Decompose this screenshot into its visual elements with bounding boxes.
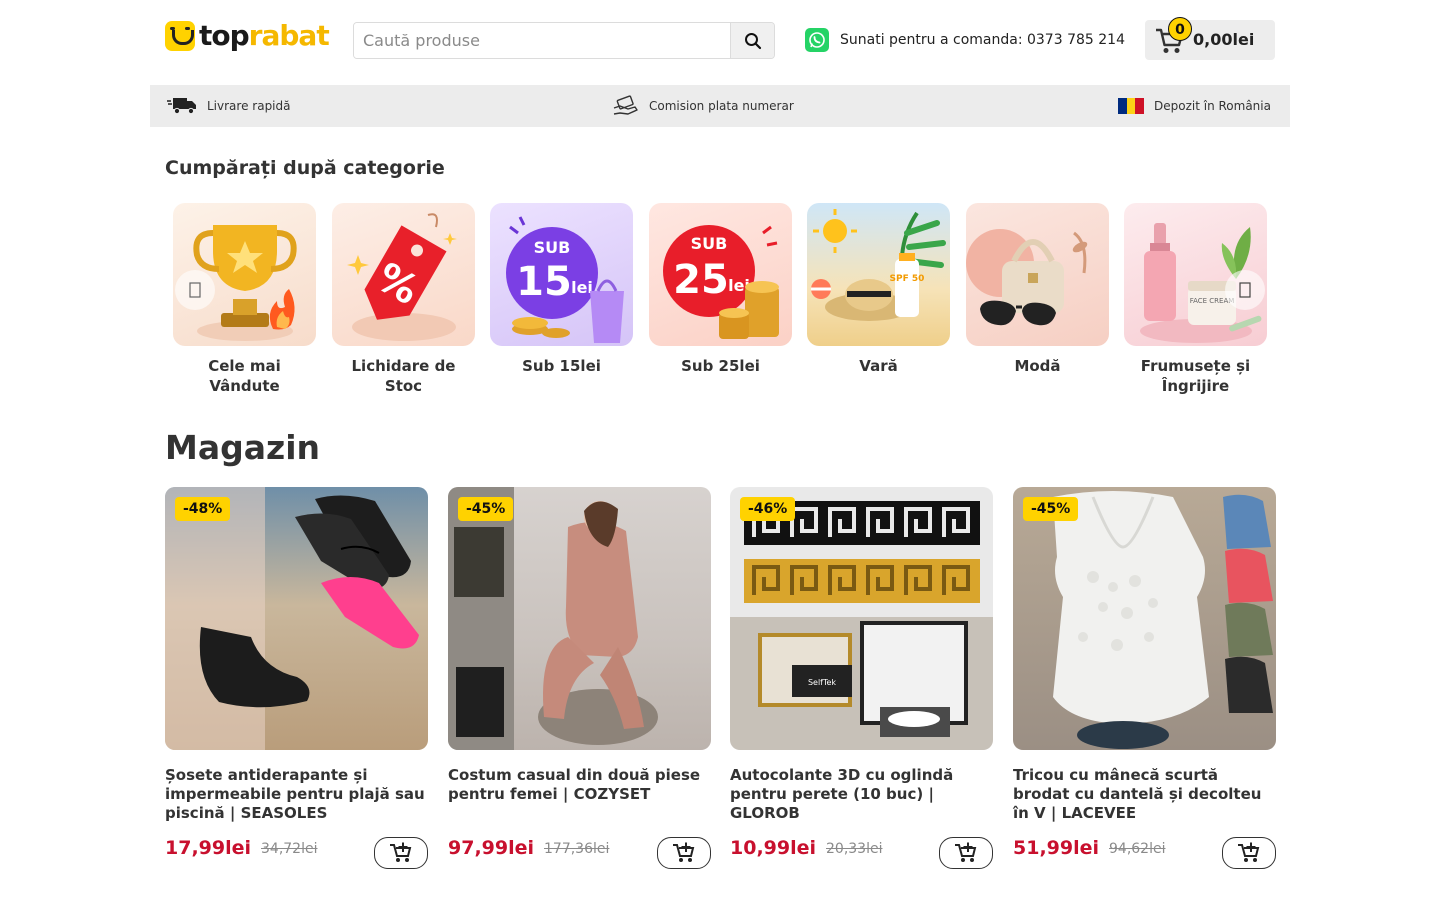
- category-carousel: Cele mai Vândute % Lichidare de Stoc SUB…: [165, 203, 1275, 403]
- truck-icon: [167, 97, 197, 115]
- product-card[interactable]: -45% Costum casual din două piese pentru…: [448, 487, 711, 869]
- svg-text:SPF 50: SPF 50: [890, 274, 925, 284]
- categories-title: Cumpărați după categorie: [165, 157, 445, 179]
- product-price: 17,99lei: [165, 837, 252, 859]
- chevron-left-icon: [189, 282, 201, 298]
- category-clearance[interactable]: % Lichidare de Stoc: [332, 203, 475, 396]
- discount-badge: -45%: [1023, 497, 1079, 521]
- benefits-bar: Livrare rapidă Comision plata numerar De…: [150, 85, 1290, 127]
- cart-total: 0,00lei: [1193, 30, 1255, 49]
- search-input[interactable]: [354, 23, 730, 58]
- svg-text:SUB: SUB: [534, 238, 571, 257]
- category-label: Sub 25lei: [681, 357, 760, 375]
- cart-count-badge: 0: [1168, 17, 1192, 41]
- category-label: Cele mai Vândute: [208, 357, 281, 395]
- svg-text:25: 25: [673, 257, 729, 303]
- product-image[interactable]: SelfTek -46%: [730, 487, 993, 750]
- category-label: Sub 15lei: [522, 357, 601, 375]
- product-price: 10,99lei: [730, 837, 817, 859]
- cart-button[interactable]: 0 0,00lei: [1145, 17, 1275, 60]
- romania-flag-icon: [1118, 98, 1144, 114]
- add-to-cart-button[interactable]: [657, 837, 711, 869]
- svg-text:lei: lei: [571, 278, 593, 297]
- product-old-price: 20,33lei: [826, 841, 883, 857]
- add-to-cart-icon: [1238, 842, 1260, 862]
- add-to-cart-button[interactable]: [1222, 837, 1276, 869]
- category-label: Frumusețe și Îngrijire: [1140, 357, 1251, 395]
- category-fashion[interactable]: Modă: [966, 203, 1109, 376]
- product-image[interactable]: -45%: [448, 487, 711, 750]
- benefit-label: Comision plata numerar: [649, 99, 794, 113]
- add-to-cart-button[interactable]: [374, 837, 428, 869]
- category-label: Vară: [859, 357, 898, 375]
- fashion-icon: [966, 203, 1109, 346]
- logo-text: toprabat: [199, 19, 330, 52]
- phone-text: Sunati pentru a comanda: 0373 785 214: [840, 32, 1125, 48]
- product-title[interactable]: Tricou cu mânecă scurtă brodat cu dantel…: [1013, 766, 1276, 823]
- benefit-label: Depozit în România: [1154, 99, 1271, 113]
- discount-tag-icon: %: [332, 203, 475, 346]
- add-to-cart-icon: [673, 842, 695, 862]
- product-card[interactable]: SelfTek -46% Autocolante 3D cu oglindă p…: [730, 487, 993, 869]
- benefit-fast-delivery: Livrare rapidă: [167, 85, 290, 127]
- product-card[interactable]: -48% Șosete antiderapante și impermeabil…: [165, 487, 428, 869]
- product-image[interactable]: -45%: [1013, 487, 1276, 750]
- add-to-cart-button[interactable]: [939, 837, 993, 869]
- chevron-right-icon: [1239, 282, 1251, 298]
- phone-order[interactable]: Sunati pentru a comanda: 0373 785 214: [805, 28, 1125, 52]
- search-button[interactable]: [730, 23, 774, 58]
- benefit-romania-warehouse: Depozit în România: [1118, 85, 1271, 127]
- site-logo[interactable]: toprabat: [165, 19, 330, 52]
- category-label: Lichidare de Stoc: [351, 357, 456, 395]
- discount-badge: -48%: [175, 497, 231, 521]
- product-old-price: 94,62lei: [1109, 841, 1166, 857]
- product-title[interactable]: Șosete antiderapante și impermeabile pen…: [165, 766, 428, 823]
- product-old-price: 177,36lei: [544, 841, 610, 857]
- product-price: 97,99lei: [448, 837, 535, 859]
- whatsapp-icon: [805, 28, 829, 52]
- product-title[interactable]: Costum casual din două piese pentru feme…: [448, 766, 711, 804]
- discount-badge: -45%: [458, 497, 514, 521]
- add-to-cart-icon: [955, 842, 977, 862]
- svg-text:SelfTek: SelfTek: [808, 678, 836, 687]
- shop-title: Magazin: [165, 428, 321, 467]
- svg-text:SUB: SUB: [691, 234, 728, 253]
- site-header: toprabat Sunati pentru a comanda: 0373 7…: [0, 0, 1440, 80]
- product-card[interactable]: -45% Tricou cu mânecă scurtă brodat cu d…: [1013, 487, 1276, 869]
- sub15-icon: SUB 15 lei: [490, 203, 633, 346]
- add-to-cart-icon: [390, 842, 412, 862]
- category-summer[interactable]: SPF 50 Vară: [807, 203, 950, 376]
- category-under-15[interactable]: SUB 15 lei Sub 15lei: [490, 203, 633, 376]
- search-bar: [353, 22, 775, 59]
- summer-icon: SPF 50: [807, 203, 950, 346]
- product-old-price: 34,72lei: [261, 841, 318, 857]
- benefit-label: Livrare rapidă: [207, 99, 291, 113]
- carousel-next-button[interactable]: [1225, 270, 1265, 310]
- cash-hand-icon: [613, 95, 639, 117]
- category-under-25[interactable]: SUB 25 lei Sub 25lei: [649, 203, 792, 376]
- logo-mark-icon: [165, 21, 195, 51]
- product-image[interactable]: -48%: [165, 487, 428, 750]
- product-price: 51,99lei: [1013, 837, 1100, 859]
- carousel-prev-button[interactable]: [175, 270, 215, 310]
- svg-text:15: 15: [516, 259, 572, 305]
- product-title[interactable]: Autocolante 3D cu oglindă pentru perete …: [730, 766, 993, 823]
- benefit-cash-commission: Comision plata numerar: [613, 85, 794, 127]
- search-icon: [744, 32, 761, 49]
- sub25-icon: SUB 25 lei: [649, 203, 792, 346]
- category-label: Modă: [1014, 357, 1061, 375]
- discount-badge: -46%: [740, 497, 796, 521]
